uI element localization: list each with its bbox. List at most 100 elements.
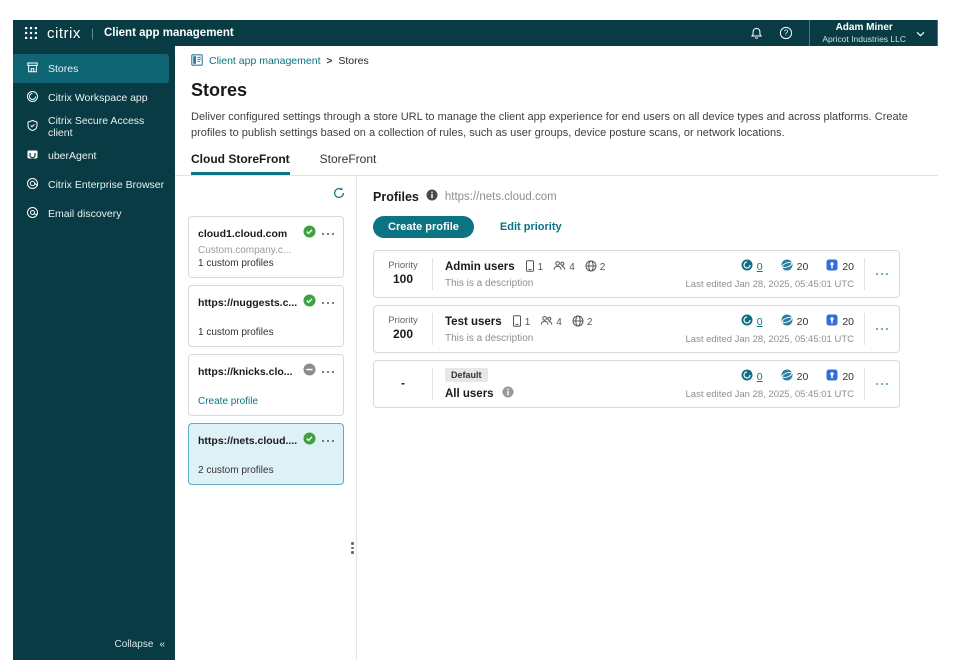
page-description: Deliver configured settings through a st… (191, 111, 908, 139)
app-grid-icon[interactable] (25, 27, 37, 39)
enterprise-browser-count-icon (781, 313, 793, 331)
help-icon[interactable]: ? (771, 20, 801, 46)
workspace-app-count[interactable]: 0 (757, 371, 763, 383)
page-title: Stores (191, 80, 248, 100)
enterprise-browser-icon (26, 177, 39, 193)
notifications-bell-icon[interactable] (741, 20, 771, 46)
sidebar-item-workspace-app[interactable]: Citrix Workspace app (13, 83, 169, 112)
enterprise-browser-count: 20 (796, 371, 809, 383)
sidebar: Stores Citrix Workspace app Citrix Secur… (13, 46, 175, 660)
workspace-app-count[interactable]: 0 (757, 316, 763, 328)
user-org: Apricot Industries LLC (822, 33, 906, 44)
workspace-app-count[interactable]: 0 (757, 261, 763, 273)
users-icon (540, 315, 553, 329)
store-name: cloud1.cloud.com (198, 228, 288, 240)
secure-access-count: 20 (842, 261, 854, 273)
info-icon[interactable] (426, 188, 438, 206)
profile-name: Test users (445, 316, 502, 328)
svg-text:?: ? (784, 29, 789, 38)
stores-list-panel: cloud1.cloud.com Custom.company.c... 1 c… (175, 176, 357, 660)
last-edited: Last edited Jan 28, 2025, 05:45:01 UTC (685, 279, 854, 290)
store-profiles-count: 2 custom profiles (198, 465, 274, 476)
app-frame: citrix | Client app management ? Adam Mi… (13, 20, 938, 660)
users-count: 4 (569, 261, 575, 273)
profile-more-menu[interactable] (865, 382, 899, 386)
networks-count: 2 (586, 316, 593, 328)
refresh-icon[interactable] (332, 186, 346, 205)
top-bar: citrix | Client app management ? Adam Mi… (13, 20, 938, 46)
edit-priority-link[interactable]: Edit priority (500, 221, 562, 233)
account-menu[interactable]: Adam Miner Apricot Industries LLC (809, 20, 938, 46)
store-more-menu[interactable] (321, 370, 334, 374)
store-more-menu[interactable] (321, 439, 334, 443)
priority-value: 200 (392, 327, 414, 342)
collapse-chevrons-icon: « (159, 639, 165, 650)
sidebar-item-uberagent[interactable]: uberAgent (13, 141, 169, 170)
topbar-divider: | (90, 26, 94, 40)
workspace-app-count-icon (741, 313, 753, 331)
store-card[interactable]: cloud1.cloud.com Custom.company.c... 1 c… (188, 216, 344, 278)
sidebar-item-label: Citrix Workspace app (48, 91, 148, 104)
sidebar-item-label: Citrix Enterprise Browser (48, 178, 165, 191)
breadcrumb-root-link[interactable]: Client app management (209, 55, 321, 67)
sidebar-item-label: uberAgent (48, 149, 97, 162)
breadcrumb: Client app management > Stores (175, 46, 938, 68)
store-more-menu[interactable] (321, 232, 334, 236)
profiles-title: Profiles (373, 190, 419, 204)
sidebar-item-secure-access[interactable]: Citrix Secure Access client (13, 112, 169, 141)
pane-resize-handle[interactable] (351, 542, 354, 554)
store-card[interactable]: https://nuggests.c... 1 custom profiles (188, 285, 344, 347)
secure-access-count: 20 (842, 316, 854, 328)
priority-value: 100 (392, 272, 414, 287)
profile-row[interactable]: Priority 200 Test users 1 4 2 This is a … (373, 305, 900, 353)
store-name: https://knicks.clo... (198, 366, 293, 378)
main-content: Client app management > Stores Stores De… (175, 46, 938, 660)
secure-access-icon (26, 119, 39, 135)
store-more-menu[interactable] (321, 301, 334, 305)
profile-row[interactable]: Priority 100 Admin users 1 4 2 This is a… (373, 250, 900, 298)
product-title: Client app management (103, 27, 234, 39)
workspace-app-count-icon (741, 258, 753, 276)
profile-more-menu[interactable] (865, 272, 899, 276)
store-card[interactable]: https://knicks.clo... Create profile (188, 354, 344, 416)
client-app-management-icon (191, 53, 203, 69)
profile-more-menu[interactable] (865, 327, 899, 331)
create-profile-link[interactable]: Create profile (198, 396, 334, 407)
secure-access-count-icon (826, 368, 838, 386)
enterprise-browser-count-icon (781, 368, 793, 386)
workspace-app-icon (26, 90, 39, 106)
globe-icon (585, 260, 597, 275)
users-count: 4 (556, 316, 562, 328)
default-badge: Default (445, 368, 488, 382)
user-name: Adam Miner (835, 21, 893, 33)
profiles-panel: Profiles https://nets.cloud.com Create p… (357, 176, 938, 660)
sidebar-item-label: Email discovery (48, 207, 122, 220)
sidebar-item-email-discovery[interactable]: Email discovery (13, 199, 169, 228)
store-subtitle: Custom.company.c... (198, 245, 292, 256)
tab-cloud-storefront[interactable]: Cloud StoreFront (191, 152, 290, 175)
tab-storefront[interactable]: StoreFront (320, 152, 377, 175)
enterprise-browser-count: 20 (796, 316, 809, 328)
priority-value: - (401, 376, 405, 391)
uberagent-icon (26, 148, 39, 164)
profile-row-default[interactable]: - Default All users 0 20 20 Last edited … (373, 360, 900, 408)
device-count: 1 (537, 261, 544, 273)
create-profile-button[interactable]: Create profile (373, 216, 474, 238)
secure-access-count: 20 (842, 371, 854, 383)
profile-description: This is a description (445, 332, 534, 344)
store-icon (26, 61, 39, 77)
status-ok-icon (303, 294, 316, 312)
info-icon[interactable] (502, 385, 514, 403)
store-name: https://nets.cloud.... (198, 435, 297, 447)
store-card-selected[interactable]: https://nets.cloud.... 2 custom profiles (188, 423, 344, 485)
email-discovery-icon (26, 206, 39, 222)
last-edited: Last edited Jan 28, 2025, 05:45:01 UTC (685, 334, 854, 345)
profile-name: All users (445, 388, 494, 400)
sidebar-item-enterprise-browser[interactable]: Citrix Enterprise Browser (13, 170, 169, 199)
profile-description: This is a description (445, 277, 534, 289)
breadcrumb-current: Stores (338, 55, 369, 67)
sidebar-item-label: Citrix Secure Access client (48, 114, 145, 139)
sidebar-item-label: Stores (48, 62, 79, 75)
collapse-sidebar-button[interactable]: Collapse « (115, 639, 165, 650)
sidebar-item-stores[interactable]: Stores (13, 54, 169, 83)
